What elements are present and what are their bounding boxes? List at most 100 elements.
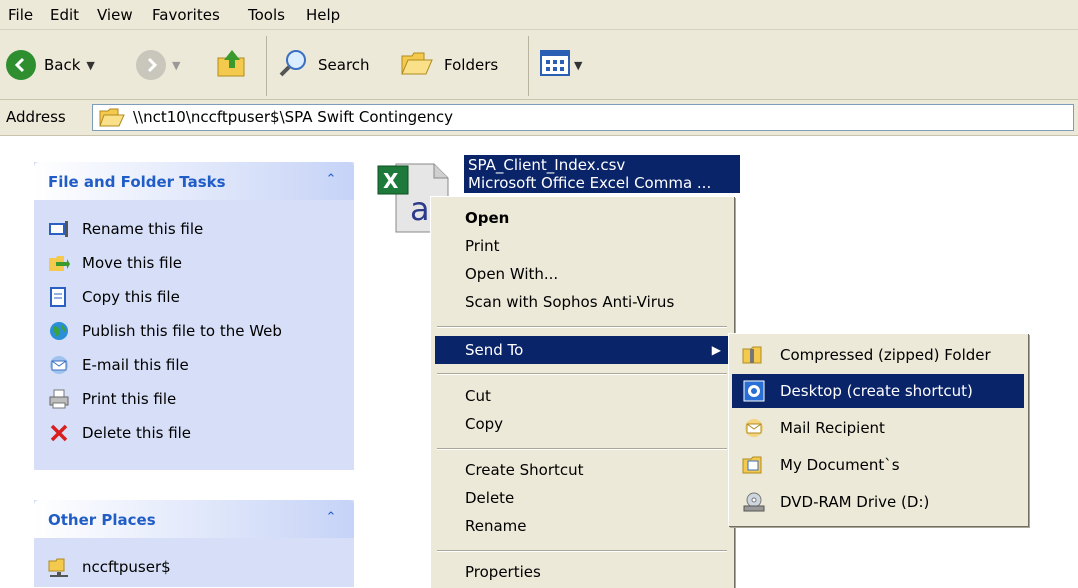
menu-cut[interactable]: Cut xyxy=(435,382,731,410)
toolbar: Back ▼ ▼ Search Folders ▼ xyxy=(0,30,1078,100)
search-button[interactable]: Search xyxy=(278,46,370,84)
pane-title: Other Places xyxy=(48,511,156,529)
menu-tools[interactable]: Tools xyxy=(248,6,285,24)
pane-title: File and Folder Tasks xyxy=(48,173,226,191)
copy-icon xyxy=(48,286,70,308)
back-button[interactable]: Back ▼ xyxy=(6,46,95,84)
menu-properties[interactable]: Properties xyxy=(435,558,731,586)
chevron-down-icon: ▼ xyxy=(86,58,95,72)
pane-header[interactable]: File and Folder Tasks ⌃ xyxy=(34,162,354,200)
file-type: Microsoft Office Excel Comma ... xyxy=(468,174,712,192)
printer-icon xyxy=(48,388,70,410)
menu-open[interactable]: Open xyxy=(435,204,731,232)
selected-file-label[interactable]: SPA_Client_Index.csv Microsoft Office Ex… xyxy=(464,155,740,193)
menu-copy[interactable]: Copy xyxy=(435,410,731,438)
context-menu: Open Print Open With... Scan with Sophos… xyxy=(430,196,734,588)
folders-button[interactable]: Folders xyxy=(400,46,498,84)
task-label: Copy this file xyxy=(82,288,180,306)
toolbar-separator xyxy=(266,36,267,96)
send-to-label: Desktop (create shortcut) xyxy=(780,382,973,400)
submenu-arrow-icon: ▶ xyxy=(711,343,721,357)
task-label: Print this file xyxy=(82,390,177,408)
folder-icon xyxy=(99,108,125,132)
send-to-my-documents[interactable]: My Document`s xyxy=(732,448,1024,482)
network-folder-icon xyxy=(48,556,70,578)
zip-folder-icon xyxy=(742,344,766,366)
task-label: E-mail this file xyxy=(82,356,189,374)
folders-icon xyxy=(400,48,434,82)
task-publish-file[interactable]: Publish this file to the Web xyxy=(48,318,282,344)
svg-text:a: a xyxy=(410,190,430,228)
menu-print[interactable]: Print xyxy=(435,232,731,260)
pane-header[interactable]: Other Places ⌃ xyxy=(34,500,354,538)
menu-favorites[interactable]: Favorites xyxy=(152,6,220,24)
address-bar: Address \\nct10\nccftpuser$\SPA Swift Co… xyxy=(0,100,1078,136)
views-grid-icon xyxy=(540,50,570,80)
send-to-label: Compressed (zipped) Folder xyxy=(780,346,991,364)
collapse-icon[interactable]: ⌃ xyxy=(322,509,340,527)
svg-text:X: X xyxy=(383,169,399,193)
send-to-compressed-folder[interactable]: Compressed (zipped) Folder xyxy=(732,338,1024,372)
menu-scan-sophos[interactable]: Scan with Sophos Anti-Virus xyxy=(435,288,731,316)
task-rename-file[interactable]: Rename this file xyxy=(48,216,203,242)
up-folder-button[interactable] xyxy=(216,46,248,84)
send-to-label: DVD-RAM Drive (D:) xyxy=(780,493,930,511)
task-email-file[interactable]: E-mail this file xyxy=(48,352,189,378)
task-move-file[interactable]: Move this file xyxy=(48,250,182,276)
up-folder-icon xyxy=(216,48,248,82)
views-button[interactable]: ▼ xyxy=(540,46,582,84)
menu-file[interactable]: File xyxy=(8,6,33,24)
task-copy-file[interactable]: Copy this file xyxy=(48,284,180,310)
mail-icon xyxy=(742,417,766,439)
email-icon xyxy=(48,354,70,376)
address-label: Address xyxy=(6,108,66,126)
menu-separator xyxy=(437,550,727,552)
globe-icon xyxy=(48,320,70,342)
send-to-dvd-drive[interactable]: DVD-RAM Drive (D:) xyxy=(732,485,1024,519)
back-arrow-icon xyxy=(6,50,36,80)
toolbar-separator xyxy=(528,36,529,96)
forward-button[interactable]: ▼ xyxy=(136,46,180,84)
other-places-pane: Other Places ⌃ nccftpuser$ xyxy=(34,500,354,587)
delete-x-icon xyxy=(48,422,70,444)
task-label: Move this file xyxy=(82,254,182,272)
dvd-drive-icon xyxy=(742,491,766,513)
my-documents-icon xyxy=(742,454,766,476)
menu-edit[interactable]: Edit xyxy=(50,6,79,24)
back-label: Back xyxy=(44,56,81,74)
task-label: Delete this file xyxy=(82,424,192,442)
menu-separator xyxy=(437,448,727,450)
menu-delete[interactable]: Delete xyxy=(435,484,731,512)
menu-separator xyxy=(437,326,727,328)
menu-bar: File Edit View Favorites Tools Help xyxy=(0,0,1078,30)
task-label: Publish this file to the Web xyxy=(82,322,282,340)
menu-help[interactable]: Help xyxy=(306,6,340,24)
desktop-icon xyxy=(742,380,766,402)
forward-arrow-icon xyxy=(136,50,166,80)
place-label: nccftpuser$ xyxy=(82,558,171,576)
file-name: SPA_Client_Index.csv xyxy=(468,156,626,174)
file-folder-tasks-pane: File and Folder Tasks ⌃ Rename this file… xyxy=(34,162,354,470)
chevron-down-icon: ▼ xyxy=(574,58,583,72)
send-to-mail-recipient[interactable]: Mail Recipient xyxy=(732,411,1024,445)
place-nccftpuser[interactable]: nccftpuser$ xyxy=(48,554,171,580)
menu-view[interactable]: View xyxy=(97,6,133,24)
send-to-label: Mail Recipient xyxy=(780,419,885,437)
task-delete-file[interactable]: Delete this file xyxy=(48,420,191,446)
task-print-file[interactable]: Print this file xyxy=(48,386,176,412)
search-icon xyxy=(278,48,310,82)
send-to-label: My Document`s xyxy=(780,456,900,474)
rename-icon xyxy=(48,218,70,240)
menu-send-to-label: Send To xyxy=(465,341,524,359)
address-value: \\nct10\nccftpuser$\SPA Swift Contingenc… xyxy=(133,108,453,126)
send-to-desktop-shortcut[interactable]: Desktop (create shortcut) xyxy=(732,374,1024,408)
collapse-icon[interactable]: ⌃ xyxy=(322,171,340,189)
menu-send-to[interactable]: Send To ▶ xyxy=(435,336,731,364)
folders-label: Folders xyxy=(444,56,499,74)
menu-open-with[interactable]: Open With... xyxy=(435,260,731,288)
move-icon xyxy=(48,252,70,274)
address-input[interactable]: \\nct10\nccftpuser$\SPA Swift Contingenc… xyxy=(92,104,1074,131)
task-label: Rename this file xyxy=(82,220,204,238)
menu-create-shortcut[interactable]: Create Shortcut xyxy=(435,456,731,484)
menu-rename[interactable]: Rename xyxy=(435,512,731,540)
